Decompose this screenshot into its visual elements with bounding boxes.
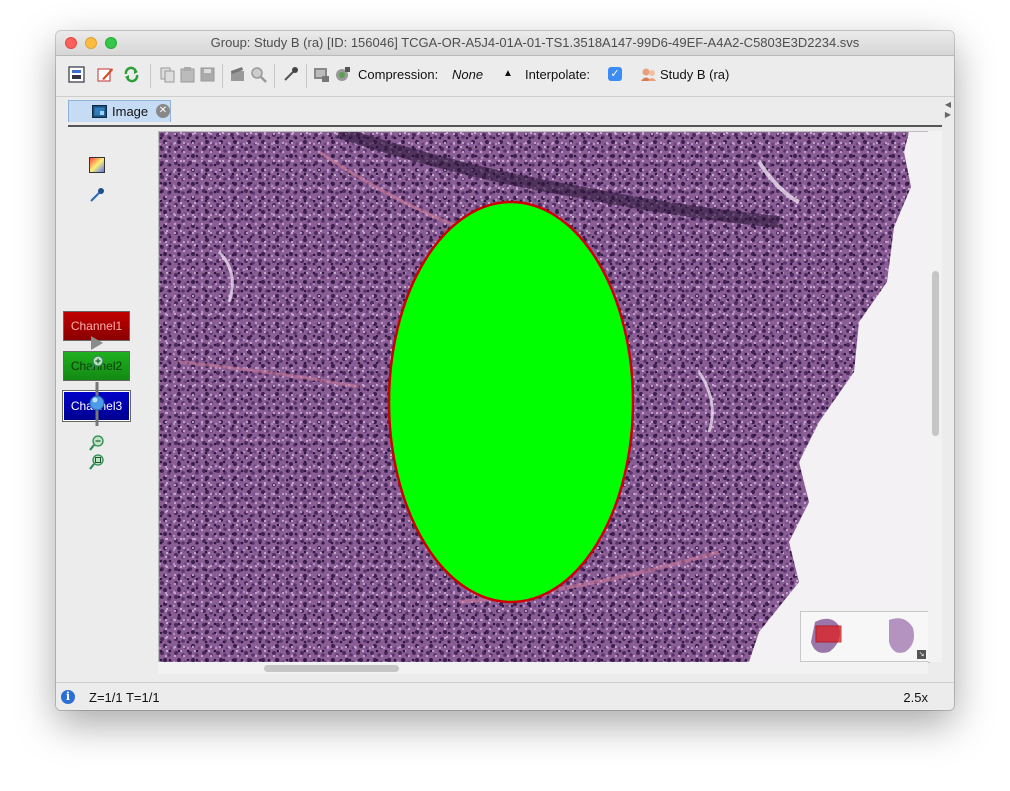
horizontal-scrollbar[interactable]: [158, 662, 928, 674]
birds-eye-overview[interactable]: ↘: [800, 611, 929, 662]
close-window-button[interactable]: [65, 37, 77, 49]
status-bar: i Z=1/1 T=1/1 2.5x: [56, 682, 954, 710]
paste-icon[interactable]: [179, 66, 196, 83]
zoom-fit-icon[interactable]: [89, 454, 105, 475]
tab-underline: [68, 125, 942, 127]
compression-label: Compression:: [358, 67, 439, 82]
group-label[interactable]: Study B (ra): [660, 67, 729, 82]
edit-rendering-icon[interactable]: [97, 66, 114, 83]
toolbar-separator: [150, 64, 151, 88]
tab-image-label: Image: [112, 104, 149, 119]
title-bar: Group: Study B (ra) [ID: 156046] TCGA-OR…: [56, 31, 954, 56]
info-icon[interactable]: i: [61, 690, 75, 704]
image-viewer-window: Group: Study B (ra) [ID: 156046] TCGA-OR…: [56, 31, 954, 710]
zoom-lens-icon[interactable]: [250, 66, 267, 83]
refresh-icon[interactable]: [123, 66, 140, 83]
interpolate-checkbox[interactable]: ✓: [608, 67, 622, 81]
tab-image[interactable]: Image ✕: [68, 100, 171, 122]
movie-icon[interactable]: [230, 66, 247, 83]
window-title: Group: Study B (ra) [ID: 156046] TCGA-OR…: [210, 35, 860, 50]
zoom-out-icon[interactable]: [89, 435, 105, 456]
zoom-slider[interactable]: [89, 381, 105, 432]
pipette-icon[interactable]: [282, 66, 299, 83]
rendering-panel: Channel1 Channel2 Channel3: [56, 127, 156, 677]
zoom-level: 2.5x: [903, 690, 928, 705]
toolbar-separator: [306, 64, 307, 88]
overview-thumbnail: [811, 618, 914, 653]
overview-viewport-box[interactable]: [815, 625, 842, 643]
toolbar-separator: [222, 64, 223, 88]
compression-select[interactable]: None: [452, 67, 483, 82]
zoom-in-icon[interactable]: [89, 355, 105, 376]
roi-ellipse[interactable]: [387, 200, 635, 604]
image-icon: [92, 105, 107, 123]
tissue-image: [159, 132, 929, 662]
image-canvas[interactable]: ↘: [158, 131, 930, 663]
maximize-window-button[interactable]: [105, 37, 117, 49]
minimize-window-button[interactable]: [85, 37, 97, 49]
overview-collapse-icon[interactable]: ↘: [917, 650, 926, 659]
analysis-icon[interactable]: [334, 66, 351, 83]
select-arrows-icon[interactable]: ▲: [503, 68, 513, 79]
toolbar-separator: [274, 64, 275, 88]
save-icon[interactable]: [199, 66, 216, 83]
roi-manager-icon[interactable]: [313, 66, 330, 83]
tab-scroll-arrows[interactable]: ◀ ▶: [945, 100, 951, 120]
color-palette-icon[interactable]: [89, 157, 105, 178]
interpolate-label: Interpolate:: [525, 67, 591, 82]
plane-position: Z=1/1 T=1/1: [89, 690, 160, 705]
vertical-scroll-thumb[interactable]: [932, 271, 939, 436]
play-icon[interactable]: [90, 335, 104, 356]
save-settings-icon[interactable]: [68, 66, 85, 83]
users-group-icon[interactable]: [640, 66, 657, 83]
horizontal-scroll-thumb[interactable]: [264, 665, 399, 672]
eyedropper-icon[interactable]: [89, 187, 105, 208]
close-tab-icon[interactable]: ✕: [156, 104, 170, 118]
toolbar: Compression: None ▲ Interpolate: ✓ Study…: [56, 56, 954, 97]
vertical-scrollbar[interactable]: [928, 131, 942, 662]
copy-icon[interactable]: [159, 66, 176, 83]
tab-bar: Image ✕: [56, 97, 954, 125]
